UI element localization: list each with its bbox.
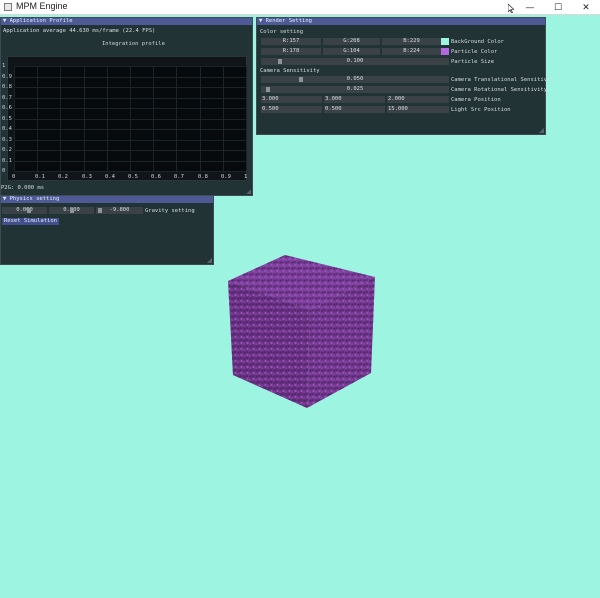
app-icon — [4, 3, 12, 11]
plot-gridline-v — [153, 66, 154, 171]
particle-color-r-field[interactable]: R:178 — [261, 48, 321, 55]
x-tick-label: 1 — [244, 174, 248, 180]
camera-position-y-field[interactable]: 3.000 — [324, 96, 385, 103]
light-position-x-field[interactable]: 0.500 — [261, 106, 322, 113]
light-position-z-field[interactable]: 15.000 — [387, 106, 449, 113]
particle-size-label: Particle Size — [451, 59, 495, 65]
resize-grip-icon[interactable] — [246, 189, 251, 194]
resize-grip-icon[interactable] — [539, 128, 544, 133]
bg-color-label: BackGround Color — [451, 39, 504, 45]
window-title: MPM Engine — [16, 1, 68, 11]
color-setting-label: Color setting — [260, 29, 304, 35]
close-button[interactable]: ✕ — [572, 0, 600, 15]
y-tick-label: 0.9 — [2, 74, 12, 80]
chart-title: Integration profile — [102, 41, 165, 47]
plot-gridline-v — [84, 66, 85, 171]
y-tick-label: 0.4 — [2, 126, 12, 132]
plot-gridline-v — [107, 66, 108, 171]
camera-position-label: Camera Position — [451, 97, 501, 103]
particle-color-swatch[interactable] — [441, 48, 449, 55]
bg-color-swatch[interactable] — [441, 38, 449, 45]
application-profile-window: ▼ Application Profile Application averag… — [0, 17, 253, 196]
plot-gridline-v — [246, 66, 247, 171]
y-tick-label: 0.1 — [2, 158, 12, 164]
camera-rotational-value: 0.025 — [346, 86, 364, 92]
particle-size-slider[interactable]: 0.100 — [261, 58, 449, 65]
camera-rotational-slider-grab[interactable] — [266, 87, 270, 92]
window-titlebar: MPM Engine — ☐ ✕ — [0, 0, 600, 15]
gravity-y-field[interactable]: 0.000 — [49, 207, 94, 214]
physics-setting-header[interactable]: ▼ Physics setting — [1, 196, 213, 203]
y-tick-label: 0.3 — [2, 137, 12, 143]
x-tick-label: 0.4 — [105, 174, 115, 180]
camera-position-x-field[interactable]: 3.000 — [261, 96, 322, 103]
resize-grip-icon[interactable] — [207, 258, 212, 263]
plot-gridline-h — [14, 171, 246, 172]
y-tick-label: 0.8 — [2, 84, 12, 90]
gravity-y-grab[interactable] — [70, 208, 74, 213]
light-position-y-field[interactable]: 0.500 — [324, 106, 385, 113]
plot-gridline-v — [130, 66, 131, 171]
integration-profile-plot[interactable] — [14, 66, 247, 172]
gravity-x-field[interactable]: 0.000 — [2, 207, 47, 214]
x-tick-label: 0 — [12, 174, 16, 180]
p2g-timing-text: P2G: 0.000 ms — [1, 185, 45, 191]
y-tick-label: 0.7 — [2, 95, 12, 101]
camera-translational-slider-grab[interactable] — [299, 77, 303, 82]
bg-color-g-field[interactable]: G:208 — [323, 38, 380, 45]
physics-setting-window: ▼ Physics setting 0.000 0.000 -9.800 Gra… — [0, 195, 214, 265]
gravity-z-grab[interactable] — [98, 208, 102, 213]
plot-gridline-v — [14, 66, 15, 171]
application-profile-header[interactable]: ▼ Application Profile — [1, 18, 252, 25]
gravity-z-value: -9.800 — [109, 207, 130, 213]
x-tick-label: 0.3 — [82, 174, 92, 180]
camera-translational-slider[interactable]: 0.050 — [261, 76, 449, 83]
particle-color-label: Particle Color — [451, 49, 498, 55]
plot-gridline-v — [176, 66, 177, 171]
light-position-label: Light Src Position — [451, 107, 511, 113]
gravity-setting-label: Gravity setting — [145, 208, 195, 214]
camera-translational-value: 0.050 — [346, 76, 364, 82]
particle-color-g-field[interactable]: G:104 — [323, 48, 380, 55]
x-tick-label: 0.2 — [58, 174, 68, 180]
particle-size-value: 0.100 — [346, 58, 364, 64]
camera-translational-label: Camera Translational Sensitivit — [451, 77, 554, 83]
particle-color-b-field[interactable]: B:224 — [382, 48, 441, 55]
x-tick-label: 0.9 — [221, 174, 231, 180]
y-tick-label: 0.5 — [2, 116, 12, 122]
reset-simulation-button[interactable]: Reset Simulation — [2, 218, 59, 225]
gravity-x-grab[interactable] — [27, 208, 31, 213]
particle-cube — [228, 255, 375, 408]
x-tick-label: 0.6 — [151, 174, 161, 180]
x-tick-label: 0.1 — [35, 174, 45, 180]
plot-gridline-v — [37, 66, 38, 171]
camera-rotational-slider[interactable]: 0.025 — [261, 86, 449, 93]
y-tick-label: 0.6 — [2, 105, 12, 111]
plot-gridline-v — [200, 66, 201, 171]
frame-average-text: Application average 44.630 ms/frame (22.… — [3, 28, 156, 34]
y-tick-label: 0 — [2, 168, 6, 174]
plot-gridline-v — [60, 66, 61, 171]
bg-color-b-field[interactable]: B:229 — [382, 38, 441, 45]
gravity-z-field[interactable]: -9.800 — [96, 207, 143, 214]
y-tick-label: 0.2 — [2, 147, 12, 153]
mouse-cursor-icon — [508, 4, 514, 13]
x-tick-label: 0.5 — [128, 174, 138, 180]
camera-sensitivity-label: Camera Sensitivity — [260, 68, 320, 74]
camera-position-z-field[interactable]: 2.000 — [387, 96, 449, 103]
camera-rotational-label: Camera Rotational Sensitivity — [451, 87, 548, 93]
render-setting-window: ▼ Render Setting Color setting R:157 G:2… — [256, 17, 554, 135]
particle-size-slider-grab[interactable] — [278, 59, 282, 64]
bg-color-r-field[interactable]: R:157 — [261, 38, 321, 45]
plot-gridline-v — [223, 66, 224, 171]
maximize-button[interactable]: ☐ — [544, 0, 572, 15]
minimize-button[interactable]: — — [516, 0, 544, 15]
x-tick-label: 0.8 — [198, 174, 208, 180]
x-tick-label: 0.7 — [174, 174, 184, 180]
render-setting-header[interactable]: ▼ Render Setting — [257, 18, 545, 25]
y-tick-label: 1 — [2, 63, 6, 69]
